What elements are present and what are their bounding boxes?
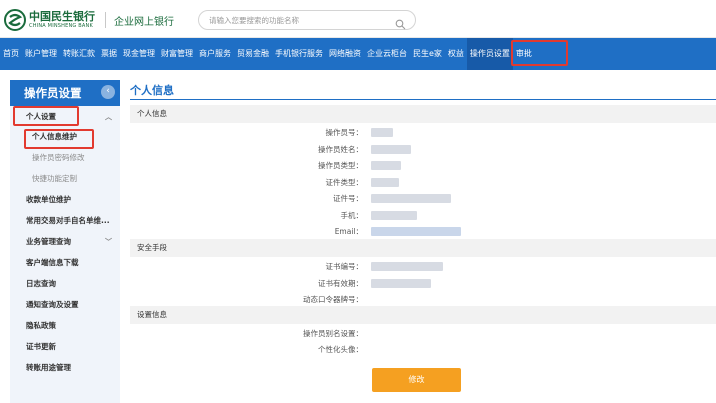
label-operator-alias: 操作员别名设置： (303, 329, 363, 338)
chevron-up-icon: ︿ (105, 113, 112, 121)
nav-item-bills[interactable]: 票据 (98, 38, 120, 70)
section-header-settings: 设置信息 (130, 306, 716, 324)
chevron-down-icon: ﹀ (105, 238, 112, 246)
nav-item-online-financing[interactable]: 网络融资 (326, 38, 364, 70)
nav-item-accounts[interactable]: 账户管理 (22, 38, 60, 70)
nav-item-minsheng-ehome[interactable]: 民生e家 (410, 38, 445, 70)
search-box[interactable] (198, 10, 416, 30)
sidebar-item-label: 证书更新 (26, 342, 56, 351)
sidebar-item-password-change[interactable]: 操作员密码修改 (10, 149, 120, 167)
label-otp-token: 动态口令器牌号： (303, 295, 363, 304)
bank-logo[interactable]: 中国民生银行 CHINA MINSHENG BANK 企业网上银行 (4, 7, 174, 33)
sidebar-item-payee-maintenance[interactable]: 收款单位维护 (10, 191, 120, 209)
bank-name-en: CHINA MINSHENG BANK (29, 23, 93, 29)
label-mobile: 手机： (340, 211, 364, 220)
main-nav: 首页 账户管理 转账汇款 票据 现金管理 财富管理 商户服务 贸易金融 手机银行… (0, 38, 716, 70)
page-title: 个人信息 (130, 84, 174, 97)
nav-item-wealth[interactable]: 财富管理 (158, 38, 196, 70)
sidebar-item-transfer-purpose[interactable]: 转账用途管理 (10, 359, 120, 377)
label-avatar: 个性化头像： (318, 345, 363, 354)
sidebar-item-shortcut-custom[interactable]: 快捷功能定制 (10, 170, 120, 188)
sidebar-item-label: 快捷功能定制 (32, 174, 77, 183)
sidebar-item-label: 操作员密码修改 (32, 153, 85, 162)
label-cert-number: 证书编号： (325, 262, 364, 271)
nav-item-merchant[interactable]: 商户服务 (196, 38, 234, 70)
label-cert-validity: 证书有效期： (318, 279, 363, 288)
highlight-box-personal-settings (13, 106, 79, 126)
sidebar-item-counterparty-list[interactable]: 常用交易对手自名单维... (10, 212, 120, 230)
sidebar-item-notifications[interactable]: 通知查询及设置 (10, 296, 120, 314)
sidebar-item-log-query[interactable]: 日志查询 (10, 275, 120, 293)
value-operator-name (371, 145, 411, 154)
nav-item-home[interactable]: 首页 (0, 38, 22, 70)
nav-item-cash-management[interactable]: 现金管理 (120, 38, 158, 70)
sidebar-item-privacy-policy[interactable]: 隐私政策 (10, 317, 120, 335)
label-email: Email： (334, 227, 363, 236)
label-operator-name: 操作员姓名： (318, 145, 363, 154)
logo-text: 中国民生银行 CHINA MINSHENG BANK (29, 11, 95, 29)
sidebar-item-label: 日志查询 (26, 279, 56, 288)
value-id-type (371, 178, 399, 187)
value-mobile (371, 211, 417, 220)
search-icon[interactable] (395, 15, 406, 30)
value-id-number (371, 194, 451, 203)
modify-button[interactable]: 修改 (372, 368, 461, 392)
sidebar-item-label: 业务管理查询 (26, 237, 71, 246)
label-id-number: 证件号： (333, 194, 363, 203)
section-header-security: 安全手段 (130, 239, 716, 257)
label-operator-id: 操作员号： (325, 128, 364, 137)
label-id-type: 证件类型： (325, 178, 364, 187)
nav-item-transfer[interactable]: 转账汇款 (60, 38, 98, 70)
highlight-box-personal-info (24, 129, 94, 149)
section-header-personal-info: 个人信息 (130, 105, 716, 123)
sidebar-item-label: 隐私政策 (26, 321, 56, 330)
nav-item-trade-finance[interactable]: 贸易金融 (234, 38, 272, 70)
sidebar-item-client-download[interactable]: 客户端信息下载 (10, 254, 120, 272)
sidebar-item-label: 客户端信息下载 (26, 258, 79, 267)
nav-highlight-box (511, 40, 568, 66)
value-operator-id (371, 128, 393, 137)
sidebar-item-label: 转账用途管理 (26, 363, 71, 372)
minsheng-logo-icon (4, 9, 26, 31)
sidebar-item-label: 收款单位维护 (26, 195, 71, 204)
sidebar-item-label: 通知查询及设置 (26, 300, 79, 309)
search-input[interactable] (209, 14, 389, 27)
nav-item-cloud-counter[interactable]: 企业云柜台 (364, 38, 410, 70)
sidebar-item-certificate-update[interactable]: 证书更新 (10, 338, 120, 356)
top-header: 中国民生银行 CHINA MINSHENG BANK 企业网上银行 (0, 0, 716, 38)
value-email (371, 227, 461, 236)
sidebar-item-business-query[interactable]: 业务管理查询 ﹀ (10, 233, 120, 251)
sidebar-item-label: 常用交易对手自名单维... (26, 216, 110, 225)
chevron-left-icon[interactable]: ‹ (101, 85, 115, 99)
value-cert-number (371, 262, 443, 271)
value-cert-validity (371, 279, 431, 288)
value-operator-type (371, 161, 401, 170)
label-operator-type: 操作员类型： (318, 161, 363, 170)
nav-item-benefits[interactable]: 权益 (445, 38, 467, 70)
nav-item-operator-settings[interactable]: 操作员设置 (466, 38, 513, 70)
nav-item-mobile-banking[interactable]: 手机银行服务 (272, 38, 326, 70)
title-underline (130, 99, 716, 100)
bank-name-cn: 中国民生银行 (29, 10, 95, 23)
logo-divider (105, 12, 106, 28)
portal-subtitle: 企业网上银行 (114, 16, 174, 28)
